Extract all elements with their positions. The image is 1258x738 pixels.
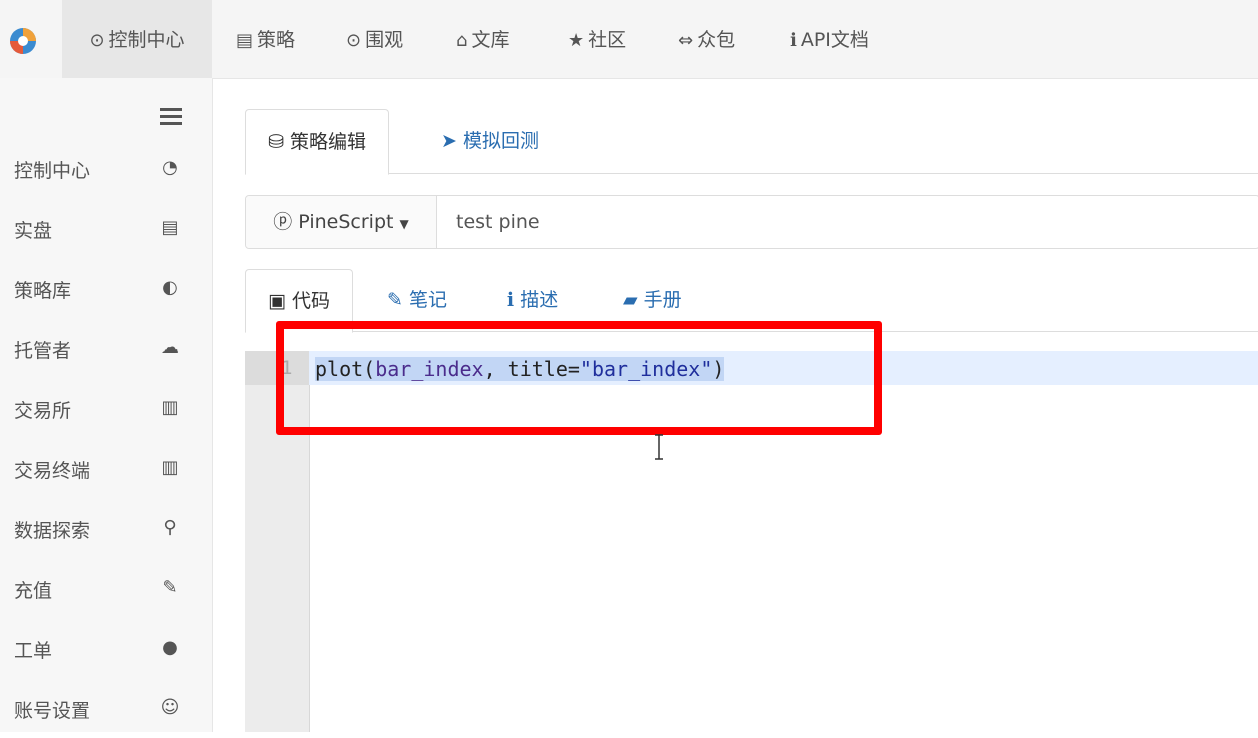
sidebar-item-label: 充值 [14,580,53,602]
code-mid: , title= [483,357,580,381]
p-circle-icon: ⓟ [273,211,293,233]
tab-backtest[interactable]: ➤ 模拟回测 [441,109,539,173]
sidebar: 控制中心 ◔ 实盘 ▤ 策略库 ◐ 托管者 ☁ 交易所 ▥ 交易终端 ▥ 数据探… [0,78,213,732]
nav-label: 围观 [365,29,404,51]
tab-strategy-edit[interactable]: ⛁ 策略编辑 [245,109,389,175]
clock-icon: ⊙ [89,30,105,51]
info-icon: ℹ [790,30,797,51]
tab-label: 模拟回测 [462,130,539,152]
sidebar-item-label: 交易终端 [14,460,91,482]
tab-label: 策略编辑 [289,131,366,153]
monitor-icon: ▤ [161,217,179,238]
search-icon: ⚲ [163,517,177,538]
line-number: 1 [281,357,293,379]
bank-icon: ▥ [161,397,179,418]
sidebar-item-account-settings[interactable]: 账号设置 ☺ [0,680,212,738]
nav-label: 社区 [588,29,627,51]
tab-label: 描述 [520,289,559,311]
sidebar-item-recharge[interactable]: 充值 ✎ [0,560,212,618]
language-dropdown[interactable]: ⓟ PineScript ▼ [246,196,437,248]
sidebar-item-dashboard[interactable]: 控制中心 ◔ [0,140,212,198]
editor-gutter [245,351,310,732]
cart-icon: ▤ [236,30,254,51]
sidebar-item-data-explore[interactable]: 数据探索 ⚲ [0,500,212,558]
users-icon: ⛁ [268,131,284,153]
nav-label: 文库 [471,29,510,51]
code-line-1[interactable]: plot(bar_index, title="bar_index") [315,357,725,381]
tab-label: 代码 [292,290,331,312]
nav-library[interactable]: ⌂ 文库 [456,0,509,78]
text-cursor-icon [655,434,663,460]
graduation-cap-icon: ⌂ [456,30,468,51]
top-navbar: ⊙ 控制中心 ▤ 策略 ⊙ 围观 ⌂ 文库 ★ 社区 ⇔ 众包 ℹ API文档 [0,0,1258,79]
dashboard-icon: ◔ [162,157,178,178]
nav-watch[interactable]: ⊙ 围观 [346,0,403,78]
strategy-name-input[interactable]: test pine [456,196,540,248]
main-content: ⛁ 策略编辑 ➤ 模拟回测 ⓟ PineScript ▼ test pine ▣… [213,79,1258,732]
arrows-icon: ⇔ [678,30,694,51]
menu-toggle-icon[interactable] [160,108,182,128]
file-icon: ▣ [268,290,286,312]
nav-label: API文档 [800,29,869,51]
tab-label: 手册 [643,289,682,311]
nav-label: 策略 [257,29,296,51]
nav-api-docs[interactable]: ℹ API文档 [790,0,869,78]
tab-description[interactable]: ℹ 描述 [507,269,558,331]
editor-tabs: ⛁ 策略编辑 ➤ 模拟回测 [245,109,1258,175]
eye-circle-icon: ⊙ [346,30,362,51]
nav-community[interactable]: ★ 社区 [568,0,626,78]
edit-icon: ✎ [387,289,403,311]
code-editor[interactable]: 1 plot(bar_index, title="bar_index") [245,351,1258,732]
nav-dashboard[interactable]: ⊙ 控制中心 [62,0,212,78]
bar-chart-icon: ▥ [161,457,179,478]
sidebar-item-trading-terminal[interactable]: 交易终端 ▥ [0,440,212,498]
code-string: "bar_index" [579,357,713,381]
sidebar-item-label: 策略库 [14,280,72,302]
sidebar-item-tickets[interactable]: 工单 ● [0,620,212,678]
tab-notes[interactable]: ✎ 笔记 [387,269,447,331]
tab-code[interactable]: ▣ 代码 [245,269,354,333]
cloud-icon: ☁ [161,337,179,358]
sidebar-item-exchange[interactable]: 交易所 ▥ [0,380,212,438]
sidebar-item-live[interactable]: 实盘 ▤ [0,200,212,258]
sidebar-item-label: 工单 [14,640,53,662]
code-close: ) [712,357,725,381]
info-icon: ℹ [507,289,515,311]
star-icon: ★ [568,30,585,51]
strategy-header-row: ⓟ PineScript ▼ test pine [245,195,1258,249]
logo-icon[interactable] [8,26,38,56]
code-tabs: ▣ 代码 ✎ 笔记 ℹ 描述 ▰ 手册 [245,269,1258,333]
book-icon: ▰ [623,289,638,311]
comment-icon: ● [162,637,178,658]
nav-crowdsource[interactable]: ⇔ 众包 [678,0,735,78]
code-fn: plot( [315,357,376,381]
send-icon: ➤ [441,130,457,152]
sidebar-item-custodian[interactable]: 托管者 ☁ [0,320,212,378]
sidebar-item-label: 实盘 [14,220,53,242]
sidebar-item-label: 账号设置 [14,700,91,722]
nav-label: 众包 [697,29,736,51]
sidebar-item-label: 交易所 [14,400,72,422]
sidebar-item-label: 托管者 [14,340,72,362]
caret-down-icon: ▼ [399,217,409,231]
language-label: PineScript [298,211,394,233]
tab-label: 笔记 [408,289,447,311]
plug-icon: ✎ [162,577,178,598]
active-line-gutter [245,351,309,385]
globe-icon: ◐ [162,277,178,298]
nav-strategy[interactable]: ▤ 策略 [236,0,295,78]
sidebar-item-label: 数据探索 [14,520,91,542]
nav-label: 控制中心 [108,29,185,51]
user-circle-icon: ☺ [160,697,180,718]
sidebar-item-strategy-library[interactable]: 策略库 ◐ [0,260,212,318]
code-arg: bar_index [375,357,484,381]
sidebar-item-label: 控制中心 [14,160,91,182]
tab-manual[interactable]: ▰ 手册 [623,269,682,331]
